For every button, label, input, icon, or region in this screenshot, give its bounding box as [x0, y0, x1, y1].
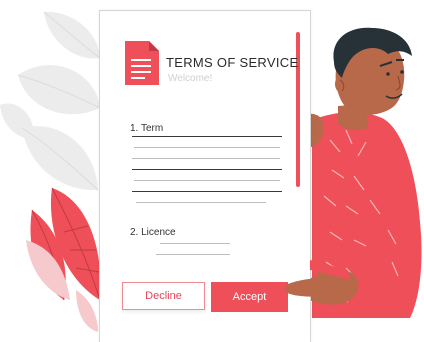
text-line	[134, 180, 280, 181]
section-licence-heading: 2. Licence	[130, 227, 176, 238]
text-line	[132, 136, 282, 137]
subtitle: Welcome!	[168, 73, 213, 84]
accept-button[interactable]: Accept	[211, 282, 288, 312]
terms-panel: TERMS OF SERVICE Welcome! 1. Term 2. Lic…	[99, 10, 311, 342]
text-line	[132, 158, 280, 159]
text-line	[156, 254, 230, 255]
text-line	[134, 147, 280, 148]
text-line	[160, 243, 230, 244]
page-title: TERMS OF SERVICE	[166, 55, 299, 70]
document-icon	[125, 41, 159, 85]
section-term-heading: 1. Term	[130, 123, 164, 134]
decline-button[interactable]: Decline	[122, 282, 205, 310]
terms-of-service-illustration: TERMS OF SERVICE Welcome! 1. Term 2. Lic…	[0, 0, 424, 342]
text-line	[136, 202, 266, 203]
text-line	[132, 191, 282, 192]
text-line	[132, 169, 282, 170]
